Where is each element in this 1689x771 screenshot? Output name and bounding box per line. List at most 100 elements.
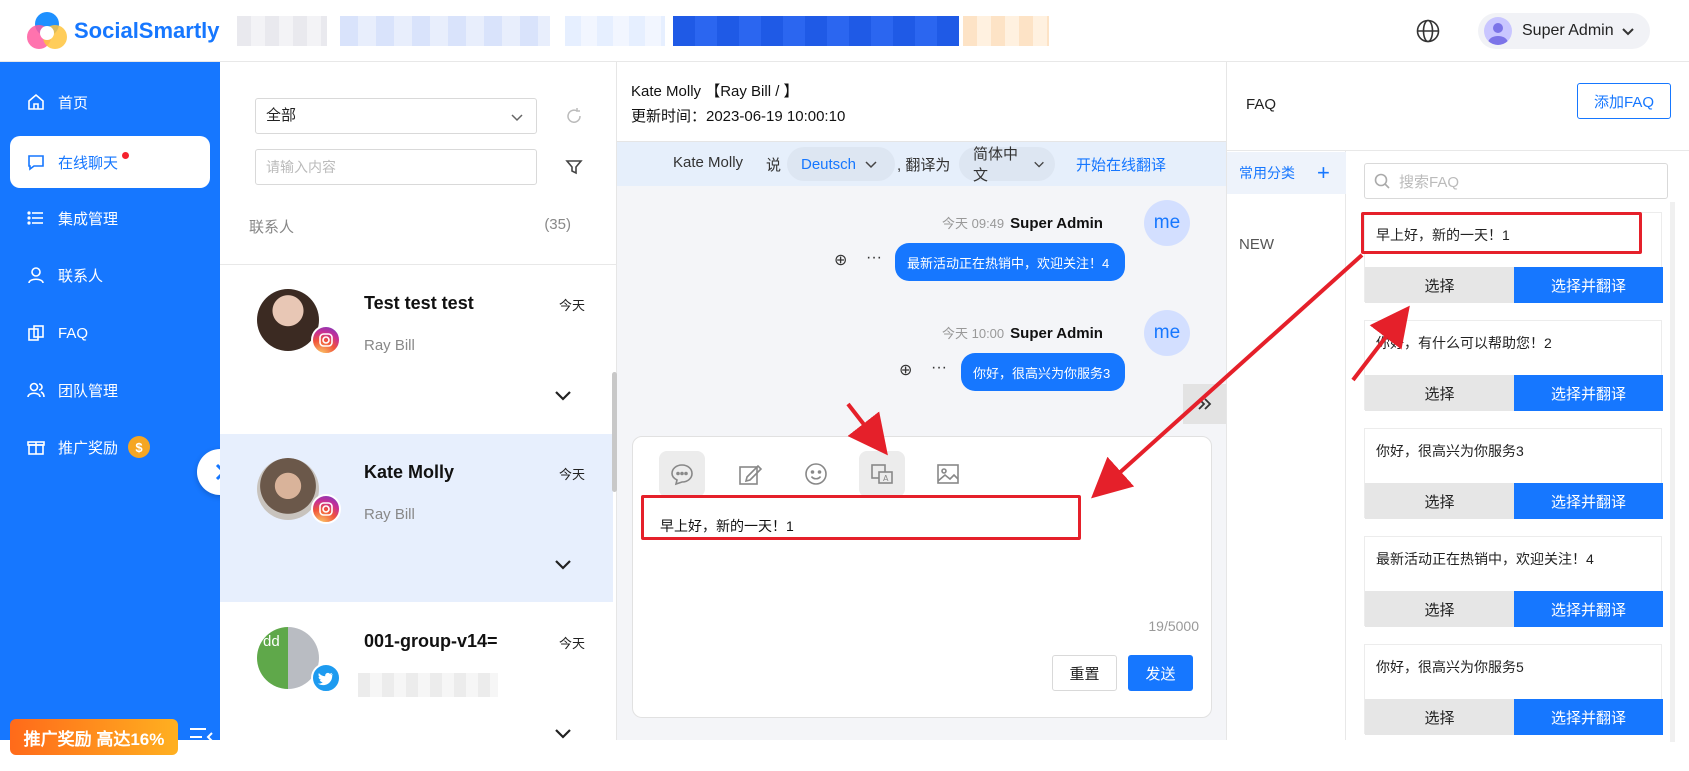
faq-text: 最新活动正在热销中，欢迎关注！4 — [1376, 551, 1594, 567]
faq-card: 最新活动正在热销中，欢迎关注！4 选择 选择并翻译 — [1364, 536, 1663, 627]
add-faq-button[interactable]: 添加FAQ — [1577, 83, 1671, 119]
more-options-icon[interactable]: ··· — [931, 359, 947, 377]
contact-avatar — [257, 458, 319, 520]
select-translate-button[interactable]: 选择并翻译 — [1514, 267, 1663, 303]
top-bar: SocialSmartly Super Admin — [0, 0, 1689, 62]
sidebar-item-label: 首页 — [58, 94, 89, 112]
faq-card: 早上好，新的一天！1 选择 选择并翻译 — [1364, 212, 1663, 303]
faq-text: 早上好，新的一天！1 — [1376, 227, 1510, 243]
select-button[interactable]: 选择 — [1365, 591, 1514, 627]
more-options-icon[interactable]: ··· — [866, 249, 882, 267]
contact-item[interactable]: dd 001-group-v14= 今天 — [220, 603, 613, 771]
faq-search-input[interactable]: 搜索FAQ — [1364, 163, 1668, 199]
promo-banner[interactable]: 推广奖励 高达16% — [10, 719, 178, 755]
refresh-icon[interactable] — [565, 107, 583, 125]
expand-chevron-icon[interactable] — [553, 558, 573, 572]
message-meta: 今天 09:49 Super Admin — [942, 213, 1103, 232]
faq-icon — [28, 325, 44, 341]
contact-item[interactable]: Test test test Ray Bill 今天 — [220, 265, 613, 433]
message-time: 今天 10:00 — [942, 326, 1005, 341]
image-icon — [937, 464, 959, 484]
image-tool[interactable] — [925, 451, 971, 497]
start-translation-link[interactable]: 开始在线翻译 — [1076, 154, 1166, 175]
expand-faq-button[interactable] — [1183, 384, 1226, 424]
select-translate-button[interactable]: 选择并翻译 — [1514, 699, 1663, 735]
home-icon — [28, 93, 44, 110]
edit-icon — [739, 464, 763, 485]
sidebar-item-label: 在线聊天 — [58, 154, 119, 172]
person-icon — [28, 267, 44, 284]
add-reaction-icon[interactable]: ⊕ — [899, 360, 912, 380]
sidebar-item-label: 推广奖励 — [58, 439, 119, 457]
sidebar-item-faq[interactable]: FAQ — [10, 307, 210, 359]
faq-category-item[interactable]: NEW — [1239, 236, 1274, 253]
faq-scrollbar[interactable] — [1670, 202, 1675, 742]
expand-chevron-icon[interactable] — [553, 727, 573, 741]
add-category-icon[interactable]: + — [1317, 152, 1330, 194]
blurred-region — [358, 673, 498, 697]
chat-header: Kate Molly 【Ray Bill / 】 更新时间：2023-06-19… — [617, 62, 1226, 142]
blurred-region — [963, 16, 1049, 46]
chat-update-time: 更新时间：2023-06-19 10:00:10 — [631, 108, 846, 125]
emoji-tool[interactable] — [793, 451, 839, 497]
team-icon — [27, 382, 45, 398]
expand-chevron-icon[interactable] — [553, 389, 573, 403]
source-language-select[interactable]: Deutsch — [787, 147, 895, 181]
contacts-count: (35) — [544, 216, 571, 233]
sidebar-item-referral[interactable]: 推广奖励 $ — [10, 421, 210, 473]
double-chevron-icon — [1197, 398, 1211, 410]
translation-bar: Kate Molly 说 Deutsch , 翻译为 简体中文 开始在线翻译 — [617, 142, 1226, 186]
user-menu[interactable]: Super Admin — [1478, 13, 1650, 49]
app-name: SocialSmartly — [74, 18, 220, 43]
sidebar-item-home[interactable]: 首页 — [10, 76, 210, 128]
message-composer: A 早上好，新的一天！1 19/5000 重置 发送 — [632, 436, 1212, 718]
chevron-down-icon — [511, 114, 523, 122]
contact-search-input[interactable]: 请输入内容 — [255, 149, 537, 185]
select-translate-button[interactable]: 选择并翻译 — [1514, 375, 1663, 411]
message-bubble[interactable]: 你好，很高兴为你服务3 — [961, 353, 1125, 391]
language-globe-icon[interactable] — [1415, 18, 1441, 44]
composer-text[interactable]: 早上好，新的一天！1 — [660, 516, 794, 536]
contact-item-selected[interactable]: Kate Molly Ray Bill 今天 — [220, 434, 613, 602]
sidebar-item-contacts[interactable]: 联系人 — [10, 249, 210, 301]
app-logo[interactable]: SocialSmartly — [26, 10, 220, 52]
contact-name: 001-group-v14= — [364, 631, 498, 651]
select-button[interactable]: 选择 — [1365, 375, 1514, 411]
svg-text:A: A — [883, 474, 889, 483]
sidebar-item-chat[interactable]: 在线聊天 — [10, 136, 210, 188]
translate-tool[interactable]: A — [859, 451, 905, 497]
contact-filter-select[interactable]: 全部 — [255, 98, 537, 134]
target-language-select[interactable]: 简体中文 — [959, 146, 1055, 184]
unread-dot — [122, 152, 129, 159]
edit-tool[interactable] — [727, 451, 773, 497]
reset-button[interactable]: 重置 — [1052, 655, 1117, 691]
select-translate-button[interactable]: 选择并翻译 — [1514, 591, 1663, 627]
gift-icon — [27, 441, 45, 455]
sidebar-item-integration[interactable]: 集成管理 — [10, 192, 210, 244]
send-button[interactable]: 发送 — [1128, 655, 1193, 691]
collapse-menu-icon[interactable] — [188, 725, 214, 749]
faq-category-header[interactable]: 常用分类 + — [1227, 152, 1346, 194]
filter-icon[interactable] — [565, 158, 583, 176]
select-button[interactable]: 选择 — [1365, 267, 1514, 303]
quick-reply-tool[interactable] — [659, 451, 705, 497]
category-header-label: 常用分类 — [1239, 165, 1295, 181]
logo-icon — [26, 10, 68, 52]
contact-time: 今天 — [558, 298, 585, 313]
select-translate-button[interactable]: 选择并翻译 — [1514, 483, 1663, 519]
sidebar-item-team[interactable]: 团队管理 — [10, 364, 210, 416]
sidebar-item-label: 联系人 — [58, 267, 104, 285]
message-meta: 今天 10:00 Super Admin — [942, 323, 1103, 342]
chat-panel: Kate Molly 【Ray Bill / 】 更新时间：2023-06-19… — [617, 62, 1226, 740]
add-reaction-icon[interactable]: ⊕ — [834, 250, 847, 270]
message-time: 今天 09:49 — [942, 216, 1005, 231]
faq-card: 你好，很高兴为你服务3 选择 选择并翻译 — [1364, 428, 1663, 519]
sidebar: 首页 在线聊天 集成管理 联系人 FAQ 团队管理 推广奖励 $ 推广奖励 高达… — [0, 62, 220, 755]
chat-icon — [28, 155, 44, 171]
message-bubble[interactable]: 最新活动正在热销中，欢迎关注！4 — [895, 243, 1125, 281]
group-avatar: dd — [257, 627, 319, 689]
select-button[interactable]: 选择 — [1365, 699, 1514, 735]
select-button[interactable]: 选择 — [1365, 483, 1514, 519]
sidebar-item-label: 团队管理 — [58, 382, 119, 400]
translate-to-label: , 翻译为 — [897, 157, 951, 174]
